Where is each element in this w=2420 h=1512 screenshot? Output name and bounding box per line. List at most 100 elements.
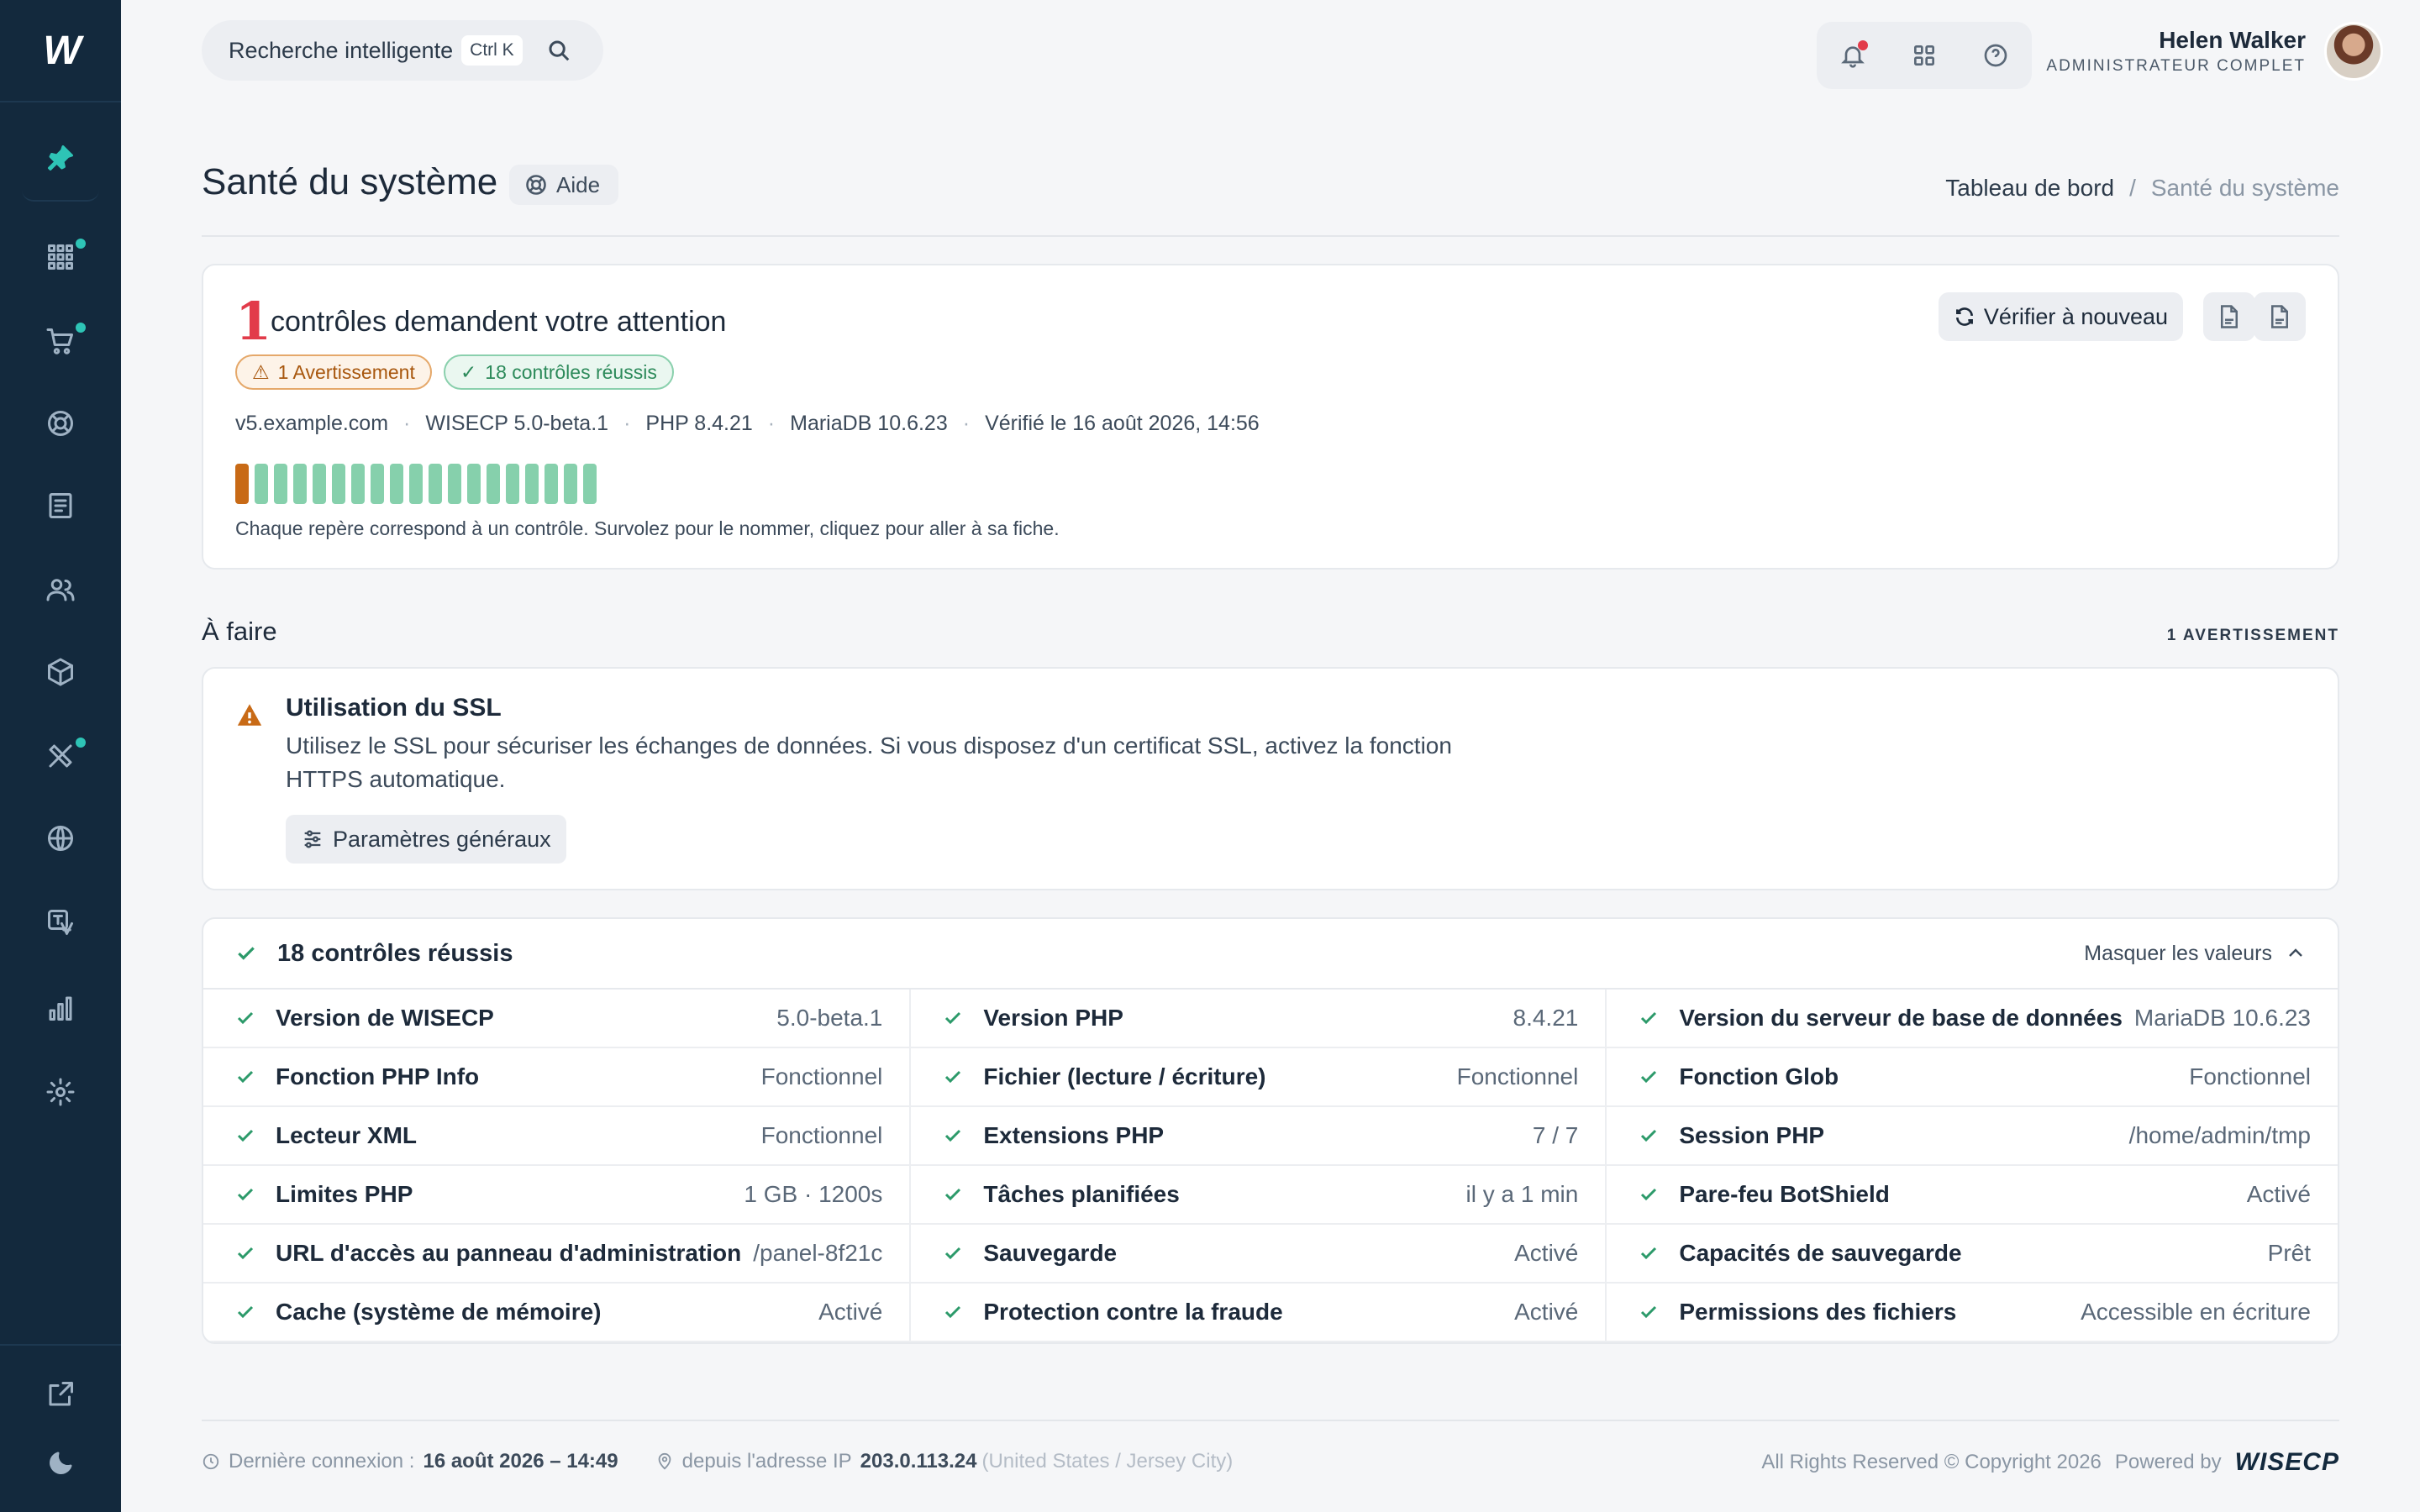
sidebar-item-support[interactable] [0, 390, 121, 457]
pin-icon [48, 145, 73, 171]
check-tick[interactable] [235, 464, 249, 504]
location-pin-icon [658, 1452, 671, 1470]
passed-badge-label: 18 contrôles réussis [485, 360, 657, 383]
check-icon [945, 1247, 961, 1260]
sidebar-item-dashboard[interactable] [0, 223, 121, 291]
todo-item-description: Utilisez le SSL pour sécuriser les échan… [286, 732, 1452, 792]
search-icon[interactable] [546, 38, 571, 63]
check-tick[interactable] [313, 464, 326, 504]
sidebar-item-reports[interactable] [0, 974, 121, 1042]
lifebuoy-icon [526, 175, 546, 195]
check-row[interactable]: Capacités de sauvegarde Prêt [1607, 1225, 2338, 1284]
check-tick[interactable] [544, 464, 558, 504]
check-row[interactable]: Lecteur XML Fonctionnel [203, 1107, 912, 1166]
check-tick[interactable] [255, 464, 268, 504]
check-tick[interactable] [390, 464, 403, 504]
help-button[interactable]: Aide [509, 165, 619, 205]
check-value: Activé [1514, 1299, 1579, 1325]
help-center-button[interactable] [1970, 30, 2021, 81]
check-value: /panel-8f21c [753, 1240, 883, 1266]
check-tick[interactable] [332, 464, 345, 504]
check-tick[interactable] [525, 464, 539, 504]
translate-icon [48, 910, 73, 935]
sidebar-item-domains[interactable] [0, 805, 121, 872]
check-tick[interactable] [487, 464, 500, 504]
general-settings-button[interactable]: Paramètres généraux [286, 815, 566, 864]
sidebar-item-theme[interactable] [0, 1430, 121, 1497]
search-placeholder: Recherche intelligente [229, 37, 454, 63]
check-value: 5.0-beta.1 [776, 1005, 883, 1031]
check-row[interactable]: Fichier (lecture / écriture) Fonctionnel [911, 1048, 1607, 1107]
check-row[interactable]: Cache (système de mémoire) Activé [203, 1284, 912, 1342]
check-tick[interactable] [564, 464, 577, 504]
check-tick[interactable] [467, 464, 481, 504]
notifications-button[interactable] [1828, 30, 1878, 81]
check-row[interactable]: Sauvegarde Activé [911, 1225, 1607, 1284]
passed-checks-title: 18 contrôles réussis [277, 939, 513, 967]
check-value: Fonctionnel [2189, 1063, 2311, 1089]
wisecp-logo[interactable]: WISECP [2235, 1448, 2339, 1477]
check-name: Fonction PHP Info [276, 1063, 480, 1089]
app-logo[interactable]: W [0, 0, 121, 102]
check-value: Activé [818, 1299, 883, 1325]
avatar[interactable] [2324, 22, 2383, 81]
check-icon [945, 1305, 961, 1319]
sidebar-item-orders[interactable] [0, 307, 121, 375]
check-tick[interactable] [351, 464, 365, 504]
sidebar-item-invoices[interactable] [0, 472, 121, 539]
check-value: MariaDB 10.6.23 [2133, 1005, 2311, 1031]
check-row[interactable]: Session PHP/home/admin/tmp [1607, 1107, 2338, 1166]
check-value: Accessible en écriture [2081, 1299, 2311, 1325]
ip-location: (United States / Jersey City) [981, 1450, 1234, 1473]
check-row[interactable]: Permissions des fichiers Accessible en éc… [1607, 1284, 2338, 1342]
check-row[interactable]: Limites PHP 1 GB · 1200s [203, 1166, 912, 1225]
check-row[interactable]: Protection contre la fraude Activé [911, 1284, 1607, 1342]
check-tick[interactable] [429, 464, 442, 504]
meta-separator: · [403, 412, 411, 435]
check-row[interactable]: Fonction Glob Fonctionnel [1607, 1048, 2338, 1107]
apps-button[interactable] [1899, 30, 1949, 81]
breadcrumb-home[interactable]: Tableau de bord [1945, 175, 2114, 202]
check-name: Pare-feu BotShield [1679, 1181, 1890, 1207]
sidebar-item-open-site[interactable] [0, 1361, 121, 1428]
check-row[interactable]: Version du serveur de base de données Mar… [1607, 990, 2338, 1048]
sidebar-item-translate[interactable] [0, 889, 121, 956]
last-login-value: 16 août 2026 – 14:49 [423, 1450, 618, 1473]
sidebar-item-settings[interactable] [0, 1058, 121, 1126]
check-row[interactable]: URL d'accès au panneau d'administration /… [203, 1225, 912, 1284]
check-tick[interactable] [506, 464, 519, 504]
todo-count: 1 AVERTISSEMENT [2166, 627, 2339, 644]
check-row[interactable]: Tâches planifiées il y a 1 min [911, 1166, 1607, 1225]
meta-php: PHP 8.4.21 [645, 412, 753, 435]
sidebar-item-clients[interactable] [0, 556, 121, 623]
check-tick[interactable] [409, 464, 423, 504]
check-tick[interactable] [274, 464, 287, 504]
user-menu[interactable]: Helen Walker ADMINISTRATEUR COMPLET [2046, 22, 2383, 81]
check-name: Cache (système de mémoire) [276, 1299, 602, 1325]
recheck-button[interactable]: Vérifier à nouveau [1938, 292, 2183, 341]
check-tick[interactable] [293, 464, 307, 504]
warning-badge[interactable]: ⚠ 1 Avertissement [235, 354, 432, 390]
check-row[interactable]: Pare-feu BotShield Activé [1607, 1166, 2338, 1225]
check-row[interactable]: Version de WISECP 5.0-beta.1 [203, 990, 912, 1048]
check-tick[interactable] [583, 464, 597, 504]
check-row[interactable]: Extensions PHP 7 / 7 [911, 1107, 1607, 1166]
check-row[interactable]: Version PHP 8.4.21 [911, 990, 1607, 1048]
check-icon [945, 1011, 961, 1025]
export-txt-button[interactable] [2203, 292, 2255, 341]
check-row[interactable]: Fonction PHP Info Fonctionnel [203, 1048, 912, 1107]
check-tick[interactable] [371, 464, 384, 504]
check-tick[interactable] [448, 464, 461, 504]
check-icon [945, 1070, 961, 1084]
smart-search[interactable]: Recherche intelligente Ctrl K [202, 20, 603, 81]
passed-badge[interactable]: ✓ 18 contrôles réussis [444, 354, 674, 390]
passed-checks-card: 18 contrôles réussis Masquer les valeurs… [202, 917, 2339, 1344]
sidebar-item-tools[interactable] [0, 722, 121, 790]
export-json-button[interactable] [2254, 292, 2306, 341]
check-icon [945, 1129, 961, 1142]
check-icon [237, 1129, 254, 1142]
ip-label: depuis l'adresse IP [681, 1450, 852, 1473]
hide-values-toggle[interactable]: Masquer les valeurs [2084, 942, 2306, 966]
sidebar-item-products[interactable] [0, 638, 121, 706]
sidebar-item-pin[interactable] [0, 124, 121, 192]
